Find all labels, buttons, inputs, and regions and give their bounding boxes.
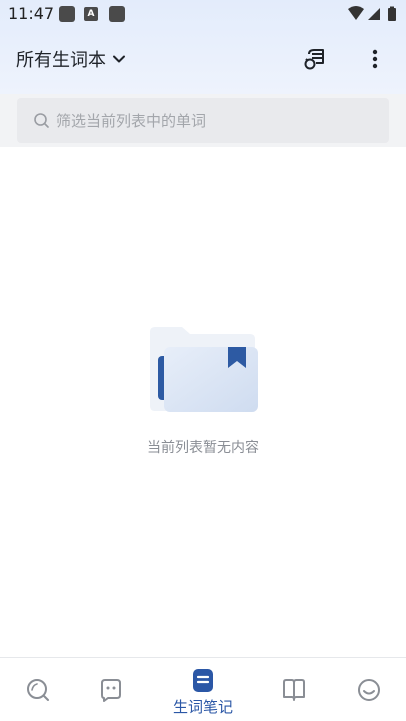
nav-tab-search[interactable]	[22, 658, 54, 721]
page-title: 所有生词本	[16, 50, 106, 71]
battery-icon	[388, 8, 396, 21]
nav-tab-chat[interactable]	[95, 658, 127, 721]
wifi-icon	[348, 6, 364, 20]
empty-state-message: 当前列表暂无内容	[147, 440, 259, 456]
bottom-nav: 生词笔记	[0, 657, 406, 721]
vocab-book-selector[interactable]: 所有生词本	[16, 46, 126, 72]
search-icon	[34, 113, 49, 128]
nav-tab-book[interactable]	[278, 658, 310, 721]
chevron-down-icon	[113, 55, 125, 63]
notification-icon	[59, 6, 75, 22]
app-bar: 所有生词本	[0, 30, 406, 88]
system-status-icons	[348, 6, 396, 21]
empty-folder-illustration	[150, 327, 258, 412]
notification-a-icon: A	[84, 7, 98, 21]
notification-icon	[109, 6, 125, 22]
search-section	[0, 94, 406, 147]
smile-icon	[358, 679, 380, 701]
book-icon	[283, 679, 305, 701]
vocab-note-icon	[193, 669, 213, 692]
nav-tab-me[interactable]	[353, 658, 385, 721]
search-box[interactable]	[17, 98, 389, 143]
nav-tab-vocab-notes-label: 生词笔记	[172, 698, 233, 716]
sync-icon[interactable]	[302, 46, 328, 72]
status-bar: 11:47 A	[0, 0, 406, 28]
more-vert-icon[interactable]	[362, 46, 388, 72]
cellular-signal-icon	[368, 8, 380, 20]
chat-icon	[101, 679, 121, 702]
status-time: 11:47	[8, 4, 55, 23]
search-icon	[27, 679, 49, 701]
nav-tab-vocab-notes[interactable]: 生词笔记	[160, 658, 246, 721]
filter-search-input[interactable]	[56, 111, 356, 130]
